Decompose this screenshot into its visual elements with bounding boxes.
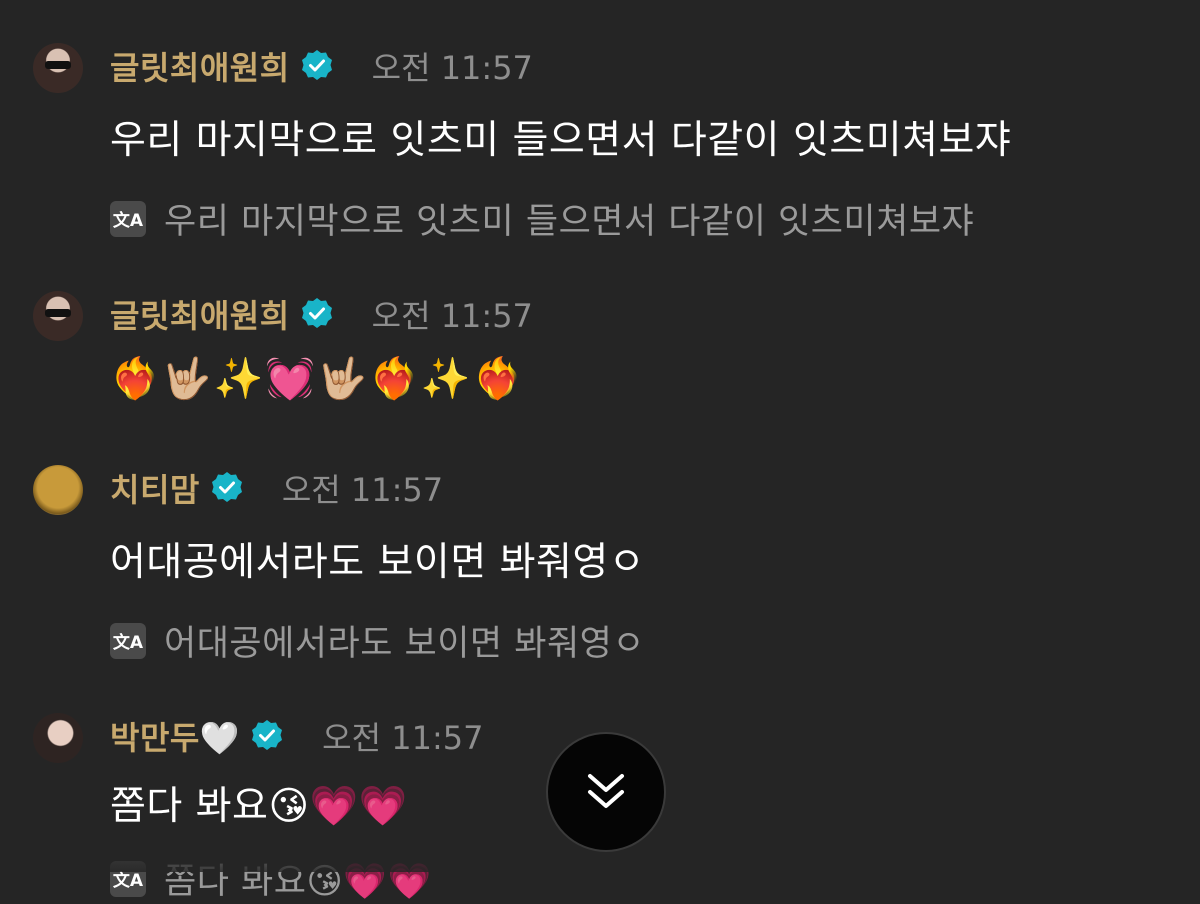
- author-name[interactable]: 글릿최애원희: [110, 43, 290, 89]
- timestamp: 오전 11:57: [371, 49, 533, 87]
- translation-row: 文A 우리 마지막으로 잇츠미 들으면서 다같이 잇츠미쳐보쟈: [110, 193, 974, 244]
- translate-icon[interactable]: 文A: [110, 622, 146, 659]
- timestamp: 오전 11:57: [281, 471, 444, 509]
- message-header: 박만두🤍 오전 11:57: [110, 715, 483, 757]
- author-name[interactable]: 박만두🤍: [110, 713, 240, 759]
- verified-badge-icon: [301, 50, 332, 80]
- translation-row: 文A 어대공에서라도 보이면 봐줘영ㅇ: [110, 615, 645, 666]
- timestamp: 오전 11:57: [322, 719, 484, 757]
- author-name[interactable]: 글릿최애원희: [110, 291, 290, 337]
- avatar[interactable]: [33, 43, 83, 93]
- message-header: 치티맘 오전 11:57: [110, 467, 443, 509]
- author-name[interactable]: 치티맘: [110, 465, 200, 511]
- translate-icon[interactable]: 文A: [110, 200, 146, 237]
- timestamp: 오전 11:57: [371, 297, 533, 335]
- translation-text: 우리 마지막으로 잇츠미 들으면서 다같이 잇츠미쳐보쟈: [164, 202, 975, 242]
- message-emoji-text[interactable]: ❤️‍🔥🤟🏼✨💓🤟🏼❤️‍🔥✨❤️‍🔥: [110, 355, 524, 402]
- verified-badge-icon: [301, 298, 332, 328]
- message-text[interactable]: 쫌다 봐요😘💗💗: [110, 775, 408, 831]
- avatar[interactable]: [33, 713, 83, 763]
- avatar[interactable]: [33, 465, 83, 515]
- avatar[interactable]: [33, 291, 83, 341]
- verified-badge-icon: [252, 720, 283, 750]
- scroll-to-bottom-button[interactable]: [546, 732, 666, 852]
- message-text[interactable]: 어대공에서라도 보이면 봐줘영ㅇ: [110, 531, 645, 587]
- message-text[interactable]: 우리 마지막으로 잇츠미 들으면서 다같이 잇츠미쳐보쟈: [110, 109, 1011, 165]
- translation-text: 어대공에서라도 보이면 봐줘영ㅇ: [164, 624, 646, 664]
- message-header: 글릿최애원희 오전 11:57: [110, 293, 533, 335]
- verified-badge-icon: [211, 472, 242, 502]
- message-header: 글릿최애원희 오전 11:57: [110, 45, 533, 87]
- double-chevron-down-icon: [588, 774, 624, 808]
